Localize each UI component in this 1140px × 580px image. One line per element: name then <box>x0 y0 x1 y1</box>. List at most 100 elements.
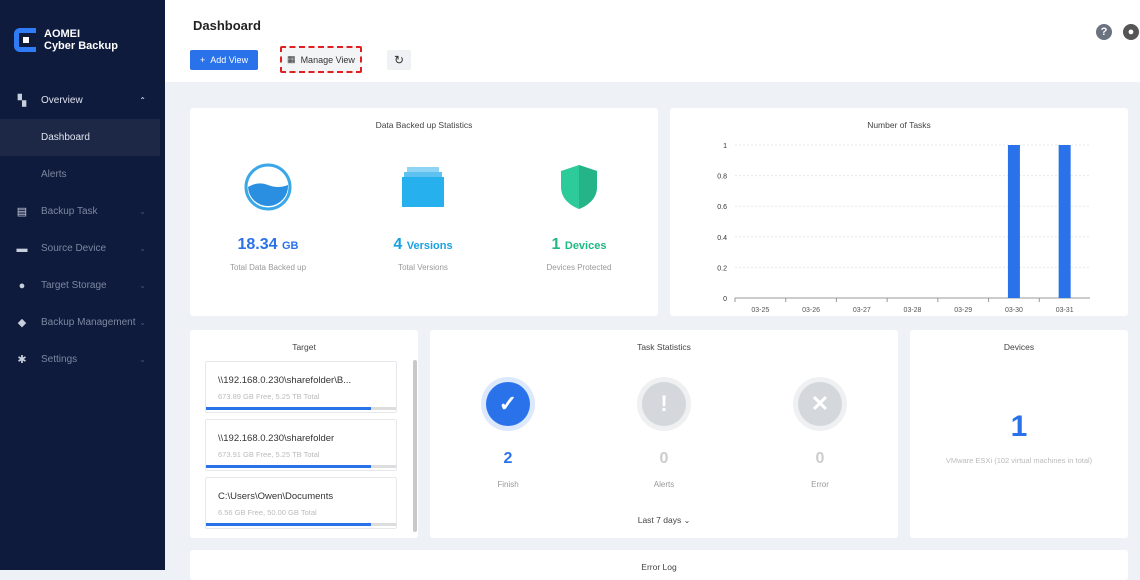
help-icon[interactable]: ? <box>1096 24 1112 40</box>
finish-count: 2 <box>503 450 513 467</box>
devices-count: 1 <box>1010 410 1028 443</box>
overview-icon: ▚ <box>17 94 27 107</box>
usage-bar-fill <box>206 523 372 526</box>
chevron-down-icon: ⌄ <box>139 281 146 290</box>
data-value: 18.34 <box>237 236 278 253</box>
y-tick-label: 0.6 <box>717 204 727 211</box>
check-icon: ✓ <box>486 382 530 426</box>
chevron-down-icon: ⌄ <box>139 355 146 364</box>
target-item[interactable]: \\192.168.0.230\sharefolder 673.91 GB Fre… <box>205 419 397 471</box>
usage-bar-fill <box>206 407 372 410</box>
alert-icon: ! <box>642 382 686 426</box>
card-title: Task Statistics <box>637 342 691 352</box>
y-tick-label: 0 <box>723 296 727 303</box>
data-label: Total Data Backed up <box>229 263 307 272</box>
range-dropdown[interactable]: Last 7 days ⌄ <box>430 515 898 525</box>
refresh-button[interactable]: ↻ <box>387 50 411 70</box>
sidebar-item-label: Settings <box>41 354 78 365</box>
sidebar-item-overview[interactable]: ▚ Overview ⌃ <box>0 82 160 119</box>
versions-label: Total Versions <box>398 263 448 272</box>
target-space: 673.89 GB Free, 5.25 TB Total <box>218 392 320 401</box>
target-space: 673.91 GB Free, 5.25 TB Total <box>218 450 320 459</box>
y-tick-label: 1 <box>723 143 727 150</box>
sidebar-item-label: Backup Management <box>41 317 136 328</box>
versions-value: 4 <box>393 236 403 253</box>
brand-name-sub: Cyber Backup <box>44 40 118 52</box>
devices-unit: Devices <box>564 240 607 252</box>
chevron-down-icon: ⌄ <box>139 207 146 216</box>
target-path: \\192.168.0.230\sharefolder <box>218 433 335 444</box>
devices-description: VMware ESXi (102 virtual machines in tot… <box>945 456 1093 465</box>
sidebar: AOMEI Cyber Backup ▚ Overview ⌃ Dashboard A… <box>0 0 165 570</box>
x-tick-label: 03-26 <box>802 307 820 314</box>
target-path: \\192.168.0.230\sharefolder\B... <box>218 375 352 386</box>
sidebar-item-label: Overview <box>41 95 83 106</box>
finish-label: Finish <box>497 480 519 489</box>
x-tick-label: 03-31 <box>1056 307 1074 314</box>
sidebar-item-dashboard[interactable]: Dashboard <box>0 119 160 156</box>
button-label: Add View <box>210 55 249 65</box>
button-label: Manage View <box>300 54 355 65</box>
devices-card: Devices 1 VMware ESXi (102 virtual machi… <box>910 330 1128 538</box>
refresh-icon: ↻ <box>393 53 405 67</box>
bar <box>1007 145 1020 298</box>
x-tick-label: 03-29 <box>954 307 972 314</box>
devices-value: 1 <box>551 236 561 253</box>
shield-icon <box>561 165 597 209</box>
target-space: 6.56 GB Free, 50.00 GB Total <box>218 508 317 517</box>
versions-unit: Versions <box>406 240 453 252</box>
scrollbar[interactable] <box>413 360 417 532</box>
target-item[interactable]: C:\Users\Owen\Documents 6.56 GB Free, 50.… <box>205 477 397 529</box>
error-count: 0 <box>815 450 825 467</box>
devices-label: Devices Protected <box>546 263 612 272</box>
y-tick-label: 0.2 <box>717 265 727 272</box>
data-stats-card: Data Backed up Statistics 18.34 GB Total… <box>190 108 658 316</box>
monitor-icon: ▬ <box>16 242 28 255</box>
manage-view-button[interactable]: ▦ Manage View <box>280 46 362 73</box>
y-tick-label: 0.8 <box>717 174 727 181</box>
sidebar-item-settings[interactable]: ✱ Settings ⌄ <box>0 341 160 378</box>
page-title: Dashboard <box>193 18 261 33</box>
sidebar-item-label: Target Storage <box>41 280 107 291</box>
location-pin-icon: ● <box>18 279 26 292</box>
target-path: C:\Users\Owen\Documents <box>218 491 334 502</box>
target-card: Target \\192.168.0.230\sharefolder\B... 6… <box>190 330 418 538</box>
usage-bar <box>206 465 396 468</box>
error-log-card: Error Log <box>190 550 1128 580</box>
chevron-up-icon: ⌃ <box>139 96 146 105</box>
task-statistics-card: Task Statistics ✓ ! ✕ 2 Finish 0 Alerts 0 E… <box>430 330 898 538</box>
card-title: Data Backed up Statistics <box>375 120 473 130</box>
alerts-count: 0 <box>659 450 669 467</box>
x-tick-label: 03-27 <box>853 307 871 314</box>
usage-bar <box>206 407 396 410</box>
sidebar-item-backup-management[interactable]: ◆ Backup Management ⌄ <box>0 304 160 341</box>
sidebar-item-alerts[interactable]: Alerts <box>0 156 160 193</box>
sidebar-item-target-storage[interactable]: ● Target Storage ⌄ <box>0 267 160 304</box>
gear-icon: ✱ <box>17 353 27 366</box>
y-tick-label: 0.4 <box>717 235 727 242</box>
clipboard-icon: ▤ <box>16 205 28 218</box>
card-title: Target <box>292 342 316 352</box>
add-view-button[interactable]: + Add View <box>190 50 258 70</box>
sidebar-item-label: Alerts <box>41 169 67 180</box>
x-tick-label: 03-25 <box>751 307 769 314</box>
sidebar-item-source-device[interactable]: ▬ Source Device ⌄ <box>0 230 160 267</box>
card-title: Error Log <box>641 562 677 572</box>
x-tick-label: 03-28 <box>904 307 922 314</box>
header: Dashboard + Add View ▦ Manage View ↻ ? ● <box>165 0 1140 82</box>
sidebar-item-label: Source Device <box>41 243 107 254</box>
chevron-down-icon: ⌄ <box>139 318 146 327</box>
app-logo: AOMEI Cyber Backup <box>14 28 118 52</box>
grid-icon: ▦ <box>287 54 296 64</box>
chevron-down-icon: ⌄ <box>139 244 146 253</box>
usage-bar <box>206 523 396 526</box>
range-label: Last 7 days <box>637 515 682 525</box>
layers-icon: ◆ <box>17 316 27 329</box>
data-unit: GB <box>282 240 299 252</box>
sidebar-item-label: Backup Task <box>41 206 98 217</box>
sidebar-item-label: Dashboard <box>41 132 90 143</box>
target-item[interactable]: \\192.168.0.230\sharefolder\B... 673.89 G… <box>205 361 397 413</box>
error-x-icon: ✕ <box>798 382 842 426</box>
sidebar-item-backup-task[interactable]: ▤ Backup Task ⌄ <box>0 193 160 230</box>
user-avatar-icon[interactable]: ● <box>1123 24 1139 40</box>
